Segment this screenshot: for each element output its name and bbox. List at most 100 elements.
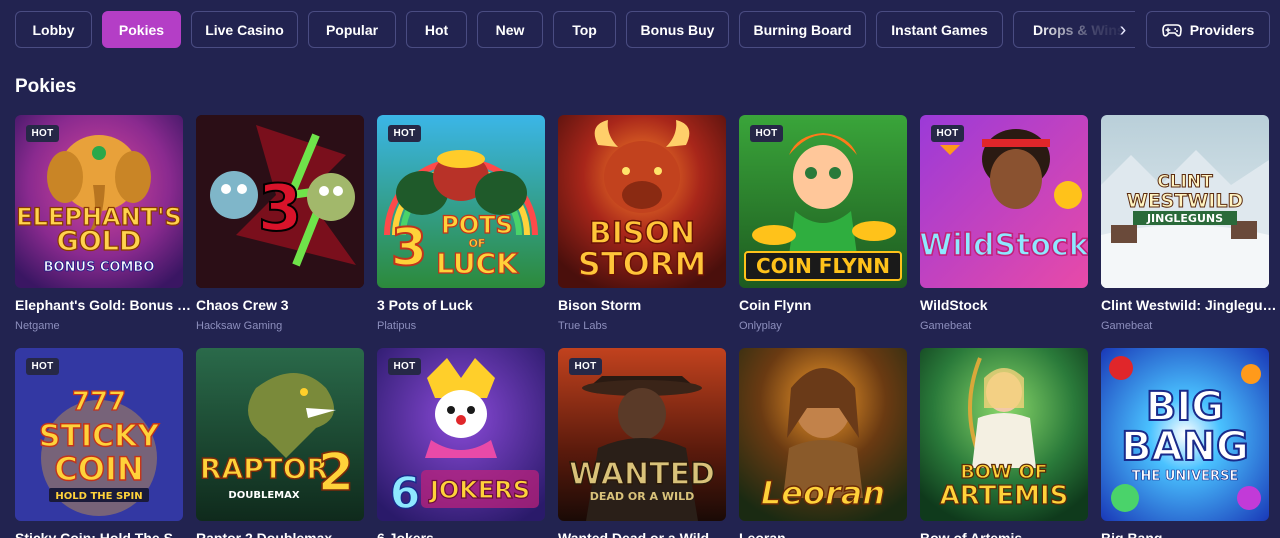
gamepad-icon bbox=[1161, 23, 1182, 37]
tab-burning-board[interactable]: Burning Board bbox=[739, 11, 866, 48]
game-title: Raptor 2 Doublemax bbox=[196, 530, 333, 538]
svg-text:BONUS COMBO: BONUS COMBO bbox=[44, 260, 155, 275]
tab-top[interactable]: Top bbox=[553, 11, 616, 48]
tab-hot[interactable]: Hot bbox=[406, 11, 467, 48]
game-card-big-bang[interactable]: BIG BANG THE UNIVERSE Big Bang bbox=[1101, 348, 1269, 538]
svg-text:BOW OF: BOW OF bbox=[960, 461, 1047, 483]
game-thumbnail[interactable]: 6 JOKERS HOT bbox=[377, 348, 545, 521]
game-thumbnail[interactable]: BISON STORM bbox=[558, 115, 726, 288]
game-thumbnail[interactable]: 3 bbox=[196, 115, 364, 288]
svg-text:WildStock: WildStock bbox=[920, 228, 1088, 263]
game-card-elephants-gold[interactable]: ELEPHANT'S GOLD BONUS COMBO HOT Elephant… bbox=[15, 115, 191, 332]
game-thumbnail[interactable]: CLINT WESTWILD JINGLEGUNS bbox=[1101, 115, 1269, 288]
bison-storm-artwork: BISON STORM bbox=[558, 115, 726, 288]
game-card-3-pots-of-luck[interactable]: 3 POTS OF LUCK HOT 3 Pots of Luck Platip… bbox=[377, 115, 545, 332]
game-title: 3 Pots of Luck bbox=[377, 297, 473, 313]
game-title: Bison Storm bbox=[558, 297, 642, 313]
svg-text:COIN: COIN bbox=[54, 450, 143, 488]
svg-text:2: 2 bbox=[318, 443, 354, 503]
tab-instant-games[interactable]: Instant Games bbox=[876, 11, 1003, 48]
tab-bonus-buy[interactable]: Bonus Buy bbox=[626, 11, 729, 48]
game-title: Chaos Crew 3 bbox=[196, 297, 289, 313]
game-thumbnail[interactable]: WANTED DEAD OR A WILD HOT bbox=[558, 348, 726, 521]
tab-new[interactable]: New bbox=[477, 11, 543, 48]
game-title: Wanted Dead or a Wild bbox=[558, 530, 710, 538]
game-thumbnail[interactable]: COIN FLYNN HOT bbox=[739, 115, 907, 288]
game-card-wanted-dead-or-a-wild[interactable]: WANTED DEAD OR A WILD HOT Wanted Dead or… bbox=[558, 348, 726, 538]
game-title: Bow of Artemis bbox=[920, 530, 1023, 538]
svg-text:3: 3 bbox=[258, 172, 303, 246]
game-card-raptor-2[interactable]: RAPTOR 2 DOUBLEMAX Raptor 2 Doublemax bbox=[196, 348, 364, 538]
section-title: Pokies bbox=[15, 76, 77, 97]
svg-text:Leoran: Leoran bbox=[761, 474, 885, 512]
tab-popular[interactable]: Popular bbox=[308, 11, 396, 48]
game-title: Sticky Coin: Hold The Spin bbox=[15, 530, 191, 538]
svg-text:LUCK: LUCK bbox=[436, 247, 519, 280]
svg-text:WANTED: WANTED bbox=[569, 457, 715, 492]
hot-badge: HOT bbox=[26, 125, 59, 142]
game-title: 6 Jokers bbox=[377, 530, 434, 538]
providers-button-label: Providers bbox=[1189, 21, 1255, 38]
game-title: Elephant's Gold: Bonus Combo bbox=[15, 297, 191, 313]
svg-text:WESTWILD: WESTWILD bbox=[1127, 190, 1244, 212]
game-card-chaos-crew-3[interactable]: 3 Chaos Crew 3 Hacksaw Gaming bbox=[196, 115, 364, 332]
bow-of-artemis-artwork: BOW OF ARTEMIS bbox=[920, 348, 1088, 521]
game-card-leoran[interactable]: Leoran Leoran bbox=[739, 348, 907, 538]
svg-text:CLINT: CLINT bbox=[1157, 172, 1213, 192]
game-provider: Onlyplay bbox=[739, 320, 782, 332]
hot-badge: HOT bbox=[388, 358, 421, 375]
raptor-2-artwork: RAPTOR 2 DOUBLEMAX bbox=[196, 348, 364, 521]
category-tabs-scroll-area[interactable]: Lobby Pokies Live Casino Popular Hot New… bbox=[15, 11, 1135, 48]
game-card-bison-storm[interactable]: BISON STORM Bison Storm True Labs bbox=[558, 115, 726, 332]
svg-text:STORM: STORM bbox=[578, 245, 707, 283]
svg-text:ARTEMIS: ARTEMIS bbox=[940, 481, 1069, 511]
game-thumbnail[interactable]: BOW OF ARTEMIS bbox=[920, 348, 1088, 521]
hot-badge: HOT bbox=[388, 125, 421, 142]
game-card-6-jokers[interactable]: 6 JOKERS HOT 6 Jokers bbox=[377, 348, 545, 538]
chevron-right-icon[interactable]: › bbox=[1113, 19, 1133, 41]
game-provider: Netgame bbox=[15, 320, 60, 332]
svg-text:RAPTOR: RAPTOR bbox=[200, 452, 328, 485]
game-card-bow-of-artemis[interactable]: BOW OF ARTEMIS Bow of Artemis bbox=[920, 348, 1088, 538]
svg-text:3: 3 bbox=[391, 218, 427, 278]
hot-badge: HOT bbox=[26, 358, 59, 375]
game-card-coin-flynn[interactable]: COIN FLYNN HOT Coin Flynn Onlyplay bbox=[739, 115, 907, 332]
providers-button[interactable]: Providers bbox=[1146, 11, 1270, 48]
svg-text:DEAD OR A WILD: DEAD OR A WILD bbox=[590, 490, 694, 503]
svg-text:JINGLEGUNS: JINGLEGUNS bbox=[1146, 212, 1223, 225]
game-thumbnail[interactable]: WildStock HOT bbox=[920, 115, 1088, 288]
svg-text:HOLD THE SPIN: HOLD THE SPIN bbox=[55, 491, 142, 502]
game-card-wildstock[interactable]: WildStock HOT WildStock Gamebeat bbox=[920, 115, 1088, 332]
game-card-sticky-coin[interactable]: 777 STICKY COIN HOLD THE SPIN HOT Sticky… bbox=[15, 348, 191, 538]
svg-text:BANG: BANG bbox=[1121, 424, 1249, 470]
hot-badge: HOT bbox=[750, 125, 783, 142]
game-thumbnail[interactable]: ELEPHANT'S GOLD BONUS COMBO HOT bbox=[15, 115, 183, 288]
game-provider: Gamebeat bbox=[920, 320, 972, 332]
game-provider: Hacksaw Gaming bbox=[196, 320, 283, 332]
clint-westwild-artwork: CLINT WESTWILD JINGLEGUNS bbox=[1101, 115, 1269, 288]
svg-text:6: 6 bbox=[390, 468, 421, 519]
tab-live-casino[interactable]: Live Casino bbox=[191, 11, 298, 48]
game-provider: Gamebeat bbox=[1101, 320, 1153, 332]
game-title: Big Bang bbox=[1101, 530, 1163, 538]
game-title: Coin Flynn bbox=[739, 297, 812, 313]
svg-text:GOLD: GOLD bbox=[57, 226, 142, 257]
svg-text:JOKERS: JOKERS bbox=[428, 476, 530, 504]
game-thumbnail[interactable]: Leoran bbox=[739, 348, 907, 521]
game-thumbnail[interactable]: 777 STICKY COIN HOLD THE SPIN HOT bbox=[15, 348, 183, 521]
game-title: Clint Westwild: Jingleguns bbox=[1101, 297, 1277, 313]
tab-lobby[interactable]: Lobby bbox=[15, 11, 92, 48]
big-bang-artwork: BIG BANG THE UNIVERSE bbox=[1101, 348, 1269, 521]
tab-pokies[interactable]: Pokies bbox=[102, 11, 181, 48]
svg-text:POTS: POTS bbox=[441, 211, 513, 239]
game-thumbnail[interactable]: 3 POTS OF LUCK HOT bbox=[377, 115, 545, 288]
svg-text:THE UNIVERSE: THE UNIVERSE bbox=[1132, 469, 1239, 484]
game-thumbnail[interactable]: BIG BANG THE UNIVERSE bbox=[1101, 348, 1269, 521]
game-thumbnail[interactable]: RAPTOR 2 DOUBLEMAX bbox=[196, 348, 364, 521]
svg-text:DOUBLEMAX: DOUBLEMAX bbox=[228, 490, 299, 501]
leoran-artwork: Leoran bbox=[739, 348, 907, 521]
game-title: WildStock bbox=[920, 297, 988, 313]
chaos-crew-3-artwork: 3 bbox=[196, 115, 364, 288]
category-tab-bar: Lobby Pokies Live Casino Popular Hot New… bbox=[15, 11, 1270, 48]
game-card-clint-westwild[interactable]: CLINT WESTWILD JINGLEGUNS Clint Westwild… bbox=[1101, 115, 1277, 332]
